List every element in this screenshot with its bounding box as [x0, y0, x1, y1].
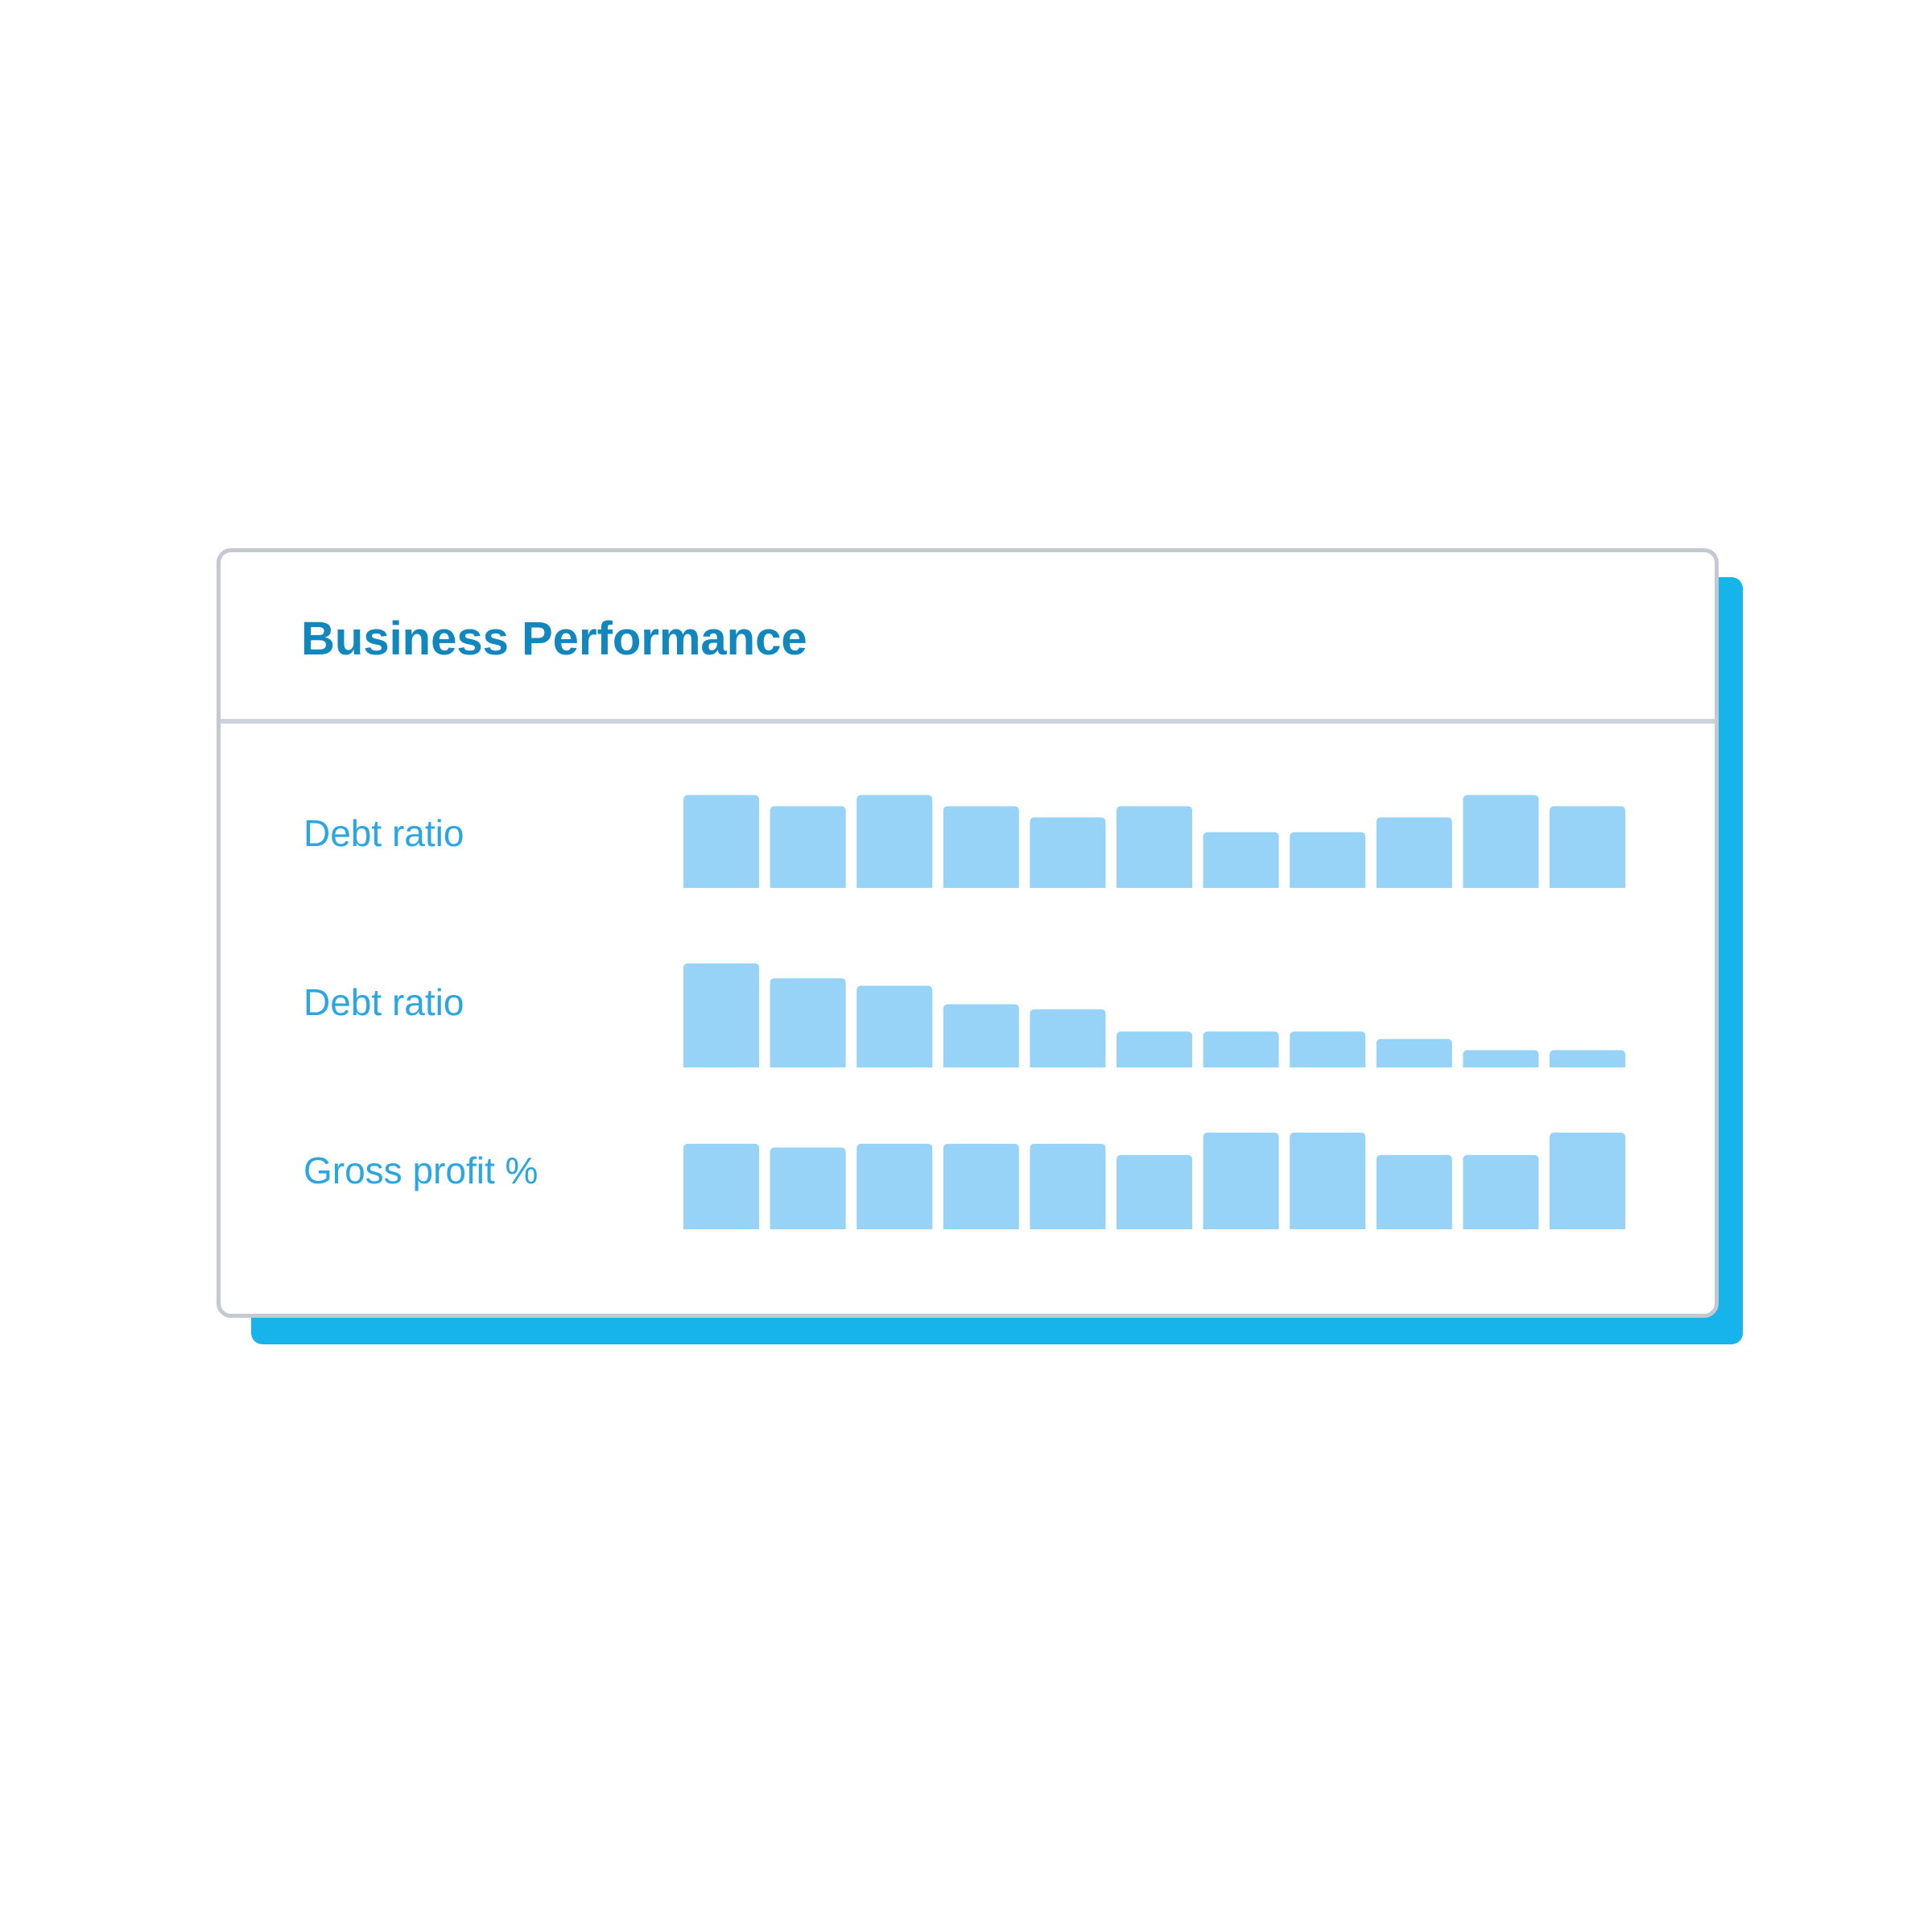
bar-row2-2: [770, 978, 846, 1067]
bar-row1-2: [770, 806, 846, 888]
bar-charts: [683, 795, 1625, 1229]
bar-row3-7: [1203, 1133, 1279, 1229]
bar-row1-1: [683, 795, 759, 888]
bar-row3-10: [1463, 1154, 1539, 1229]
bar-row2-9: [1376, 1038, 1452, 1067]
bar-row1-3: [857, 795, 933, 888]
bar-row2-5: [1030, 1009, 1106, 1067]
bar-row1-5: [1030, 817, 1106, 888]
bar-row3-11: [1550, 1133, 1625, 1229]
bar-row2-11: [1550, 1050, 1625, 1067]
bar-row2-6: [1117, 1031, 1192, 1067]
bar-row3-9: [1376, 1154, 1452, 1229]
bar-row3-6: [1117, 1154, 1192, 1229]
bar-row3-4: [943, 1143, 1019, 1229]
bar-row2-7: [1203, 1031, 1279, 1067]
bar-row1-10: [1463, 795, 1539, 888]
bar-row1-4: [943, 806, 1019, 888]
bar-row2-3: [857, 985, 933, 1067]
bar-row1-6: [1117, 806, 1192, 888]
bar-row1-8: [1290, 832, 1366, 888]
bar-row3-8: [1290, 1133, 1366, 1229]
bar-row1-9: [1376, 817, 1452, 888]
bar-row2-4: [943, 1004, 1019, 1067]
bar-row2-1: [683, 963, 759, 1067]
bar-row1-7: [1203, 832, 1279, 888]
bar-row2-10: [1463, 1050, 1539, 1067]
bar-row1-11: [1550, 806, 1625, 888]
bar-row3-1: [683, 1143, 759, 1229]
bar-row3-3: [857, 1143, 933, 1229]
bar-row2-8: [1290, 1031, 1366, 1067]
bar-row3-5: [1030, 1143, 1106, 1229]
bar-row3-2: [770, 1147, 846, 1229]
